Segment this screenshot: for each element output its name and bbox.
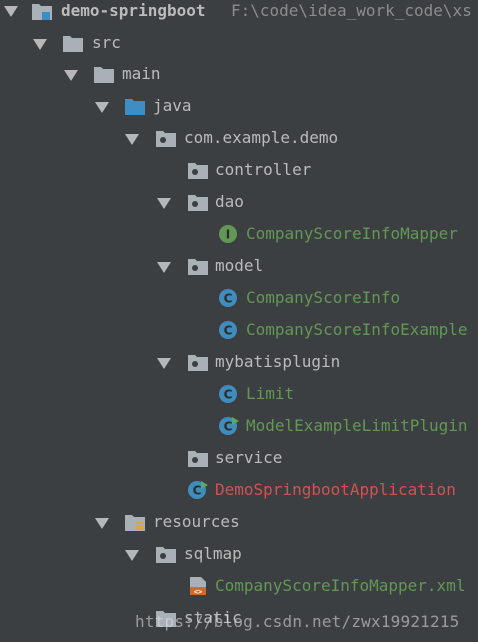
expand-arrow-icon[interactable]: [125, 550, 139, 561]
source-root-icon: [125, 99, 145, 115]
folder-label: resources: [153, 512, 240, 531]
project-path: F:\code\idea_work_code\xs: [231, 1, 472, 20]
tree-row-class-example[interactable]: C CompanyScoreInfoExample: [0, 314, 478, 346]
tree-row-sqlmap[interactable]: sqlmap: [0, 538, 478, 570]
svg-text:I: I: [226, 228, 230, 242]
package-icon: [156, 547, 176, 563]
folder-label: sqlmap: [184, 544, 242, 563]
package-label: service: [215, 448, 283, 467]
folder-label: main: [122, 64, 161, 83]
watermark-text: https://blog.csdn.net/zwx19921215: [135, 612, 460, 631]
package-icon: [188, 259, 208, 275]
expand-arrow-icon[interactable]: [157, 198, 171, 209]
folder-label: java: [153, 96, 192, 115]
svg-text:C: C: [224, 388, 233, 402]
expand-arrow-icon[interactable]: [33, 39, 47, 50]
class-icon: C: [219, 321, 237, 339]
tree-row-main[interactable]: main: [0, 58, 478, 90]
tree-row-project[interactable]: demo-springboot F:\code\idea_work_code\x…: [0, 0, 478, 27]
xml-file-icon: <>: [190, 577, 206, 596]
project-name: demo-springboot: [61, 1, 206, 20]
file-label: CompanyScoreInfoMapper.xml: [215, 576, 466, 595]
package-icon: [188, 195, 208, 211]
tree-row-resources[interactable]: resources: [0, 506, 478, 538]
tree-row-xml[interactable]: <> CompanyScoreInfoMapper.xml: [0, 570, 478, 602]
file-label: CompanyScoreInfoExample: [246, 320, 468, 339]
package-label: mybatisplugin: [215, 352, 341, 371]
package-label: model: [215, 256, 264, 275]
file-label: CompanyScoreInfo: [246, 288, 401, 307]
expand-arrow-icon[interactable]: [95, 102, 109, 113]
tree-row-class-limit[interactable]: C Limit: [0, 378, 478, 410]
tree-row-src[interactable]: src: [0, 27, 478, 59]
folder-icon: [63, 36, 83, 52]
package-icon: [188, 451, 208, 467]
file-label: Limit: [246, 384, 295, 403]
expand-arrow-icon[interactable]: [157, 358, 171, 369]
project-tree: demo-springboot F:\code\idea_work_code\x…: [0, 0, 478, 642]
expand-arrow-icon[interactable]: [4, 6, 18, 17]
tree-row-class-info[interactable]: C CompanyScoreInfo: [0, 282, 478, 314]
package-label: controller: [215, 160, 312, 179]
module-folder-icon: [32, 4, 52, 20]
file-label: DemoSpringbootApplication: [215, 480, 456, 499]
package-label: com.example.demo: [184, 128, 339, 147]
expand-arrow-icon[interactable]: [125, 134, 139, 145]
svg-text:<>: <>: [194, 588, 202, 596]
tree-row-application[interactable]: C DemoSpringbootApplication: [0, 474, 478, 506]
interface-icon: I: [219, 225, 237, 243]
runnable-class-icon: C: [188, 481, 208, 499]
resources-root-icon: [125, 515, 145, 531]
svg-text:C: C: [193, 484, 202, 498]
folder-icon: [94, 67, 114, 83]
file-label: ModelExampleLimitPlugin: [246, 416, 468, 435]
tree-row-service[interactable]: service: [0, 442, 478, 474]
class-icon: C: [219, 385, 237, 403]
class-icon: C: [219, 289, 237, 307]
tree-row-mybatisplugin[interactable]: mybatisplugin: [0, 346, 478, 378]
package-label: dao: [215, 192, 244, 211]
tree-row-mapper-interface[interactable]: I CompanyScoreInfoMapper: [0, 218, 478, 250]
svg-text:C: C: [224, 324, 233, 338]
expand-arrow-icon[interactable]: [95, 518, 109, 529]
package-icon: [156, 131, 176, 147]
svg-text:C: C: [224, 292, 233, 306]
tree-row-java[interactable]: java: [0, 90, 478, 122]
file-label: CompanyScoreInfoMapper: [246, 224, 458, 243]
svg-text:C: C: [224, 420, 233, 434]
tree-row-package[interactable]: com.example.demo: [0, 122, 478, 154]
tree-row-controller[interactable]: controller: [0, 154, 478, 186]
tree-row-dao[interactable]: dao: [0, 186, 478, 218]
folder-label: src: [92, 33, 121, 52]
package-icon: [188, 355, 208, 371]
tree-row-class-plugin[interactable]: C ModelExampleLimitPlugin: [0, 410, 478, 442]
expand-arrow-icon[interactable]: [157, 262, 171, 273]
tree-row-model[interactable]: model: [0, 250, 478, 282]
runnable-class-icon: C: [219, 417, 239, 435]
package-icon: [188, 163, 208, 179]
expand-arrow-icon[interactable]: [64, 70, 78, 81]
